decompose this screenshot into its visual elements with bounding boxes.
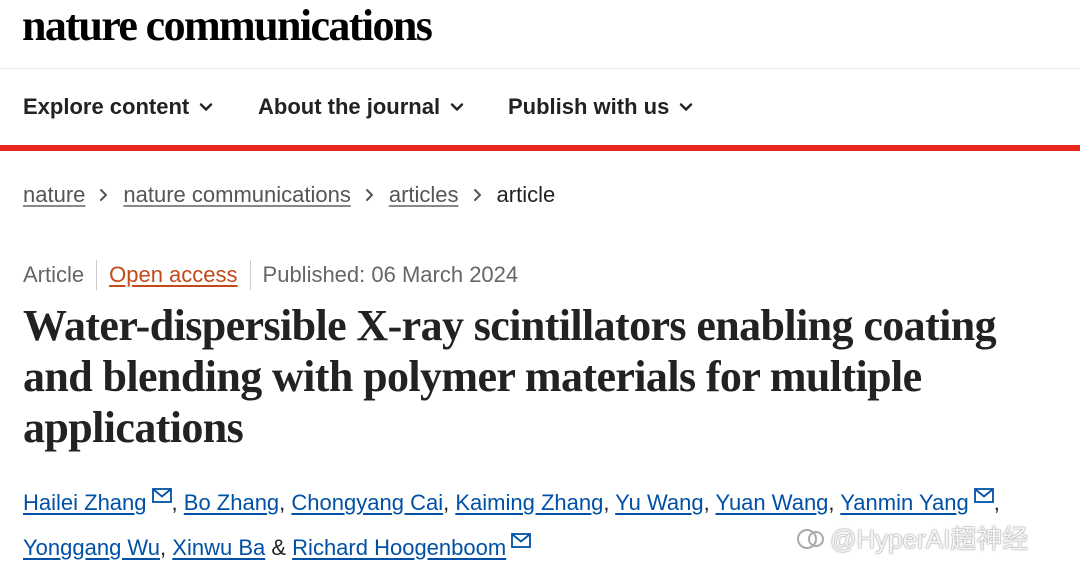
- author-entry: Yu Wang,: [615, 490, 710, 515]
- author-link[interactable]: Xinwu Ba: [172, 535, 265, 560]
- author-separator: ,: [828, 490, 835, 515]
- author-separator: ,: [993, 490, 1000, 515]
- accent-bar: [0, 145, 1080, 151]
- author-entry: Hailei Zhang,: [23, 488, 178, 515]
- mail-icon[interactable]: [151, 488, 172, 503]
- author-link[interactable]: Hailei Zhang: [23, 490, 147, 515]
- breadcrumb-nature[interactable]: nature: [23, 180, 85, 210]
- mail-icon[interactable]: [973, 488, 994, 503]
- nav-label: Explore content: [23, 94, 190, 119]
- open-access-link[interactable]: Open access: [109, 260, 237, 290]
- author-entry: Yuan Wang,: [715, 490, 834, 515]
- breadcrumb: nature nature communications articles ar…: [23, 180, 555, 210]
- nav-label: About the journal: [258, 94, 441, 119]
- meta-divider: [96, 260, 98, 290]
- author-link[interactable]: Yuan Wang: [715, 490, 828, 515]
- breadcrumb-current: article: [496, 182, 556, 207]
- author-separator: ,: [443, 490, 450, 515]
- author-link[interactable]: Richard Hoogenboom: [292, 535, 506, 560]
- author-entry: Yonggang Wu,: [23, 535, 166, 560]
- author-link[interactable]: Yu Wang: [615, 490, 703, 515]
- author-link[interactable]: Yonggang Wu: [23, 535, 160, 560]
- nav-explore-content[interactable]: Explore content: [23, 93, 213, 121]
- author-link[interactable]: Bo Zhang: [184, 490, 279, 515]
- chevron-down-icon: [680, 103, 693, 111]
- nav-publish-with-us[interactable]: Publish with us: [508, 93, 693, 121]
- author-separator: &: [271, 535, 287, 560]
- article-meta: Article Open access Published: 06 March …: [23, 260, 518, 290]
- author-entry: Chongyang Cai,: [291, 490, 449, 515]
- article-title: Water-dispersible X-ray scintillators en…: [23, 301, 997, 452]
- breadcrumb-articles[interactable]: articles: [389, 180, 459, 210]
- chevron-right-icon: [100, 189, 108, 201]
- chevron-down-icon: [450, 103, 464, 111]
- author-separator: ,: [279, 490, 286, 515]
- mail-icon[interactable]: [511, 533, 532, 548]
- main-nav: Explore content About the journal Publis…: [0, 69, 1080, 145]
- author-entry: Richard Hoogenboom: [292, 533, 532, 560]
- author-separator: ,: [603, 490, 610, 515]
- published-date: Published: 06 March 2024: [262, 262, 519, 287]
- nav-label: Publish with us: [508, 94, 670, 119]
- chevron-right-icon: [365, 189, 373, 201]
- chevron-right-icon: [473, 189, 481, 201]
- author-link[interactable]: Kaiming Zhang: [455, 490, 603, 515]
- meta-divider: [249, 260, 251, 290]
- author-entry: Bo Zhang,: [184, 490, 286, 515]
- author-entry: Kaiming Zhang,: [455, 490, 609, 515]
- author-entry: Yanmin Yang,: [840, 488, 1000, 515]
- article-type: Article: [23, 262, 85, 287]
- author-separator: ,: [160, 535, 167, 560]
- author-link[interactable]: Chongyang Cai: [291, 490, 443, 515]
- journal-logo[interactable]: nature communications: [22, 4, 433, 48]
- author-entry: Xinwu Ba: [172, 535, 265, 560]
- nav-about-the-journal[interactable]: About the journal: [258, 93, 464, 121]
- author-separator: ,: [171, 490, 178, 515]
- breadcrumb-nature-communications[interactable]: nature communications: [123, 180, 350, 210]
- site-header: nature communications: [0, 0, 1080, 69]
- author-link[interactable]: Yanmin Yang: [840, 490, 968, 515]
- chevron-down-icon: [200, 103, 213, 111]
- author-separator: ,: [703, 490, 710, 515]
- watermark: @HyperAI超神经: [796, 523, 1028, 555]
- watermark-text: @HyperAI超神经: [830, 524, 1029, 554]
- watermark-logo-icon: [797, 529, 824, 549]
